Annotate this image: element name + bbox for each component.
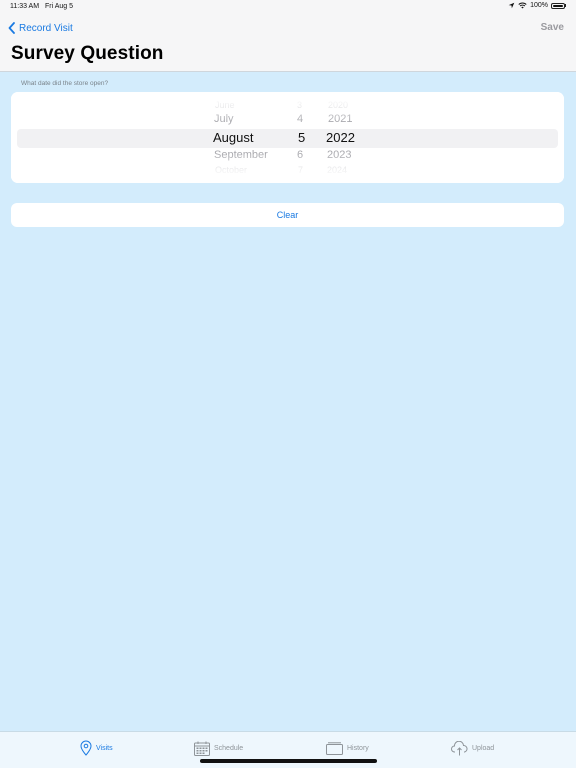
picker-year-selected: 2022: [326, 130, 355, 145]
battery-percent: 100%: [530, 2, 548, 9]
picker-month-item: September: [214, 149, 268, 161]
calendar-icon: [194, 741, 210, 756]
picker-month-item: June: [215, 100, 235, 110]
picker-month-selected: August: [213, 130, 254, 145]
status-indicators: 100%: [508, 2, 566, 9]
cloud-upload-icon: [451, 740, 468, 755]
tab-history[interactable]: History: [326, 738, 369, 758]
battery-icon: [551, 2, 565, 9]
status-date: Fri Aug 5: [45, 3, 74, 10]
tab-upload[interactable]: Upload: [451, 738, 494, 758]
picker-fade-bottom: [11, 153, 564, 183]
picker-day-item: 3: [297, 100, 303, 110]
picker-day-item: 6: [297, 149, 304, 161]
page-title: Survey Question: [11, 43, 164, 64]
history-window-icon: [326, 741, 343, 755]
date-picker[interactable]: June July August September October 3 4 5…: [11, 92, 564, 183]
tab-visits-label: Visits: [96, 744, 113, 752]
tab-upload-label: Upload: [472, 744, 495, 752]
clear-button[interactable]: Clear: [11, 203, 564, 227]
map-pin-icon: [80, 740, 92, 756]
status-time: 11:33 AM: [10, 3, 40, 10]
tab-history-label: History: [347, 744, 369, 752]
picker-year-item: 2020: [328, 100, 349, 110]
question-label: What date did the store open?: [21, 80, 109, 87]
back-button-label: Record Visit: [19, 22, 73, 34]
picker-selection-highlight: [17, 129, 558, 148]
home-indicator: [200, 759, 377, 763]
navigation-header: 11:33 AM Fri Aug 5 100% Record Visit Sav…: [0, 0, 576, 72]
picker-day-selected: 5: [298, 130, 306, 145]
picker-day-item: 7: [298, 165, 304, 175]
picker-day-item: 4: [297, 113, 304, 125]
tab-schedule[interactable]: Schedule: [194, 738, 243, 758]
tab-visits[interactable]: Visits: [80, 738, 113, 758]
status-bar: 11:33 AM Fri Aug 5 100%: [0, 0, 576, 14]
picker-month-item: July: [214, 113, 234, 125]
picker-year-item: 2024: [327, 165, 348, 175]
save-button[interactable]: Save: [541, 22, 564, 33]
picker-month-item: October: [215, 165, 248, 175]
back-button[interactable]: Record Visit: [8, 20, 73, 36]
wifi-icon: [518, 2, 527, 9]
picker-year-item: 2021: [328, 113, 353, 125]
picker-year-item: 2023: [327, 149, 352, 161]
location-icon: [508, 2, 515, 9]
tab-schedule-label: Schedule: [214, 744, 244, 752]
chevron-left-icon: [8, 22, 15, 34]
picker-fade-top: [11, 92, 564, 122]
